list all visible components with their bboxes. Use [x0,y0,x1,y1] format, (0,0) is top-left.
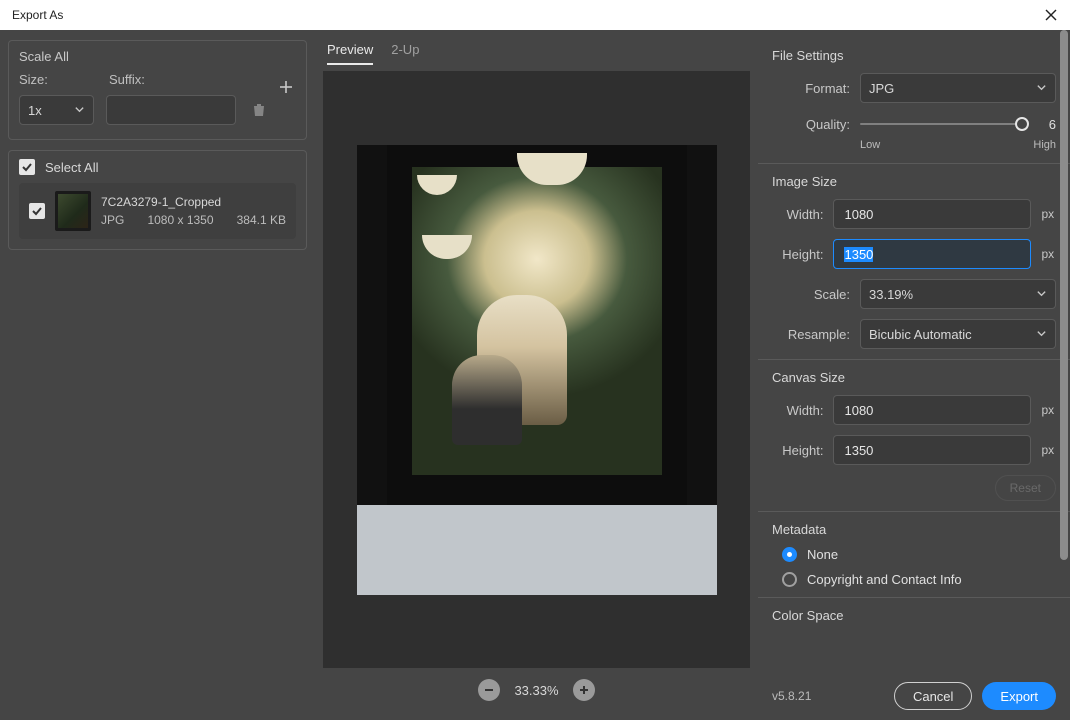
quality-low-label: Low [860,139,880,151]
img-height-input[interactable] [833,239,1031,269]
format-dropdown[interactable]: JPG [860,73,1056,103]
asset-checkbox[interactable] [29,203,45,219]
size-value: 1x [28,103,42,118]
px-unit: px [1041,207,1056,221]
zoom-out-button[interactable] [478,679,500,701]
scale-all-group: Scale All Size: Suffix: 1x [8,40,307,140]
scale-value: 33.19% [869,287,913,302]
canvas-height-label: Height: [772,443,823,458]
canvas-width-input[interactable] [833,395,1031,425]
canvas-width-label: Width: [772,403,823,418]
scrollbar-thumb[interactable] [1060,30,1068,560]
zoom-level: 33.33% [514,683,558,698]
close-icon[interactable] [1044,8,1058,22]
preview-image [357,145,717,595]
metadata-none-label: None [807,547,838,562]
size-label: Size: [19,72,99,87]
chevron-down-icon [1036,81,1047,96]
quality-high-label: High [1033,139,1056,151]
scale-label: Scale: [772,287,850,302]
px-unit: px [1041,247,1056,261]
format-label: Format: [772,81,850,96]
asset-format: JPG [101,213,124,227]
resample-dropdown[interactable]: Bicubic Automatic [860,319,1056,349]
px-unit: px [1041,403,1056,417]
version-label: v5.8.21 [772,689,811,703]
radio-unselected-icon [782,572,797,587]
tab-2up[interactable]: 2-Up [391,42,419,65]
window-title: Export As [12,8,63,22]
quality-slider-thumb[interactable] [1015,117,1029,131]
cancel-button[interactable]: Cancel [894,682,972,710]
preview-canvas[interactable] [323,71,750,668]
asset-dimensions: 1080 x 1350 [147,213,213,227]
select-all-row[interactable]: Select All [19,159,296,175]
suffix-input[interactable] [106,95,236,125]
canvas-height-input[interactable] [833,435,1031,465]
radio-selected-icon [782,547,797,562]
export-button[interactable]: Export [982,682,1056,710]
asset-filename: 7C2A3279-1_Cropped [101,195,286,209]
img-width-input[interactable] [833,199,1031,229]
chevron-down-icon [74,103,85,118]
px-unit: px [1041,443,1056,457]
titlebar: Export As [0,0,1070,30]
left-panel: Scale All Size: Suffix: 1x [0,30,315,720]
settings-panel: File Settings Format: JPG Quality: 6 Low… [758,30,1070,720]
scale-all-title: Scale All [19,49,296,64]
quality-slider[interactable] [860,113,1022,135]
select-all-checkbox[interactable] [19,159,35,175]
chevron-down-icon [1036,327,1047,342]
reset-button[interactable]: Reset [995,475,1056,501]
size-dropdown[interactable]: 1x [19,95,94,125]
asset-filesize: 384.1 KB [237,213,286,227]
zoom-in-button[interactable] [573,679,595,701]
chevron-down-icon [1036,287,1047,302]
img-height-label: Height: [772,247,823,262]
asset-row[interactable]: 7C2A3279-1_Cropped JPG 1080 x 1350 384.1… [19,183,296,239]
color-space-title: Color Space [772,608,1056,623]
resample-label: Resample: [772,327,850,342]
asset-thumbnail [55,191,91,231]
scale-dropdown[interactable]: 33.19% [860,279,1056,309]
format-value: JPG [869,81,894,96]
preview-panel: Preview 2-Up 33.33% [315,30,758,720]
add-scale-button[interactable] [276,77,296,97]
metadata-title: Metadata [772,522,1056,537]
delete-scale-button[interactable] [248,99,270,121]
asset-list-group: Select All 7C2A3279-1_Cropped JPG 1080 x… [8,150,307,250]
metadata-none-radio[interactable]: None [782,547,1056,562]
select-all-label: Select All [45,160,98,175]
settings-scrollbar[interactable] [1058,30,1068,660]
file-settings-title: File Settings [772,48,1056,63]
image-size-title: Image Size [772,174,1056,189]
suffix-label: Suffix: [109,72,189,87]
quality-label: Quality: [772,117,850,132]
metadata-copyright-radio[interactable]: Copyright and Contact Info [782,572,1056,587]
img-width-label: Width: [772,207,823,222]
quality-value: 6 [1032,117,1056,132]
metadata-copyright-label: Copyright and Contact Info [807,572,962,587]
footer: v5.8.21 Cancel Export [758,674,1070,720]
canvas-size-title: Canvas Size [772,370,1056,385]
tab-preview[interactable]: Preview [327,42,373,65]
resample-value: Bicubic Automatic [869,327,972,342]
